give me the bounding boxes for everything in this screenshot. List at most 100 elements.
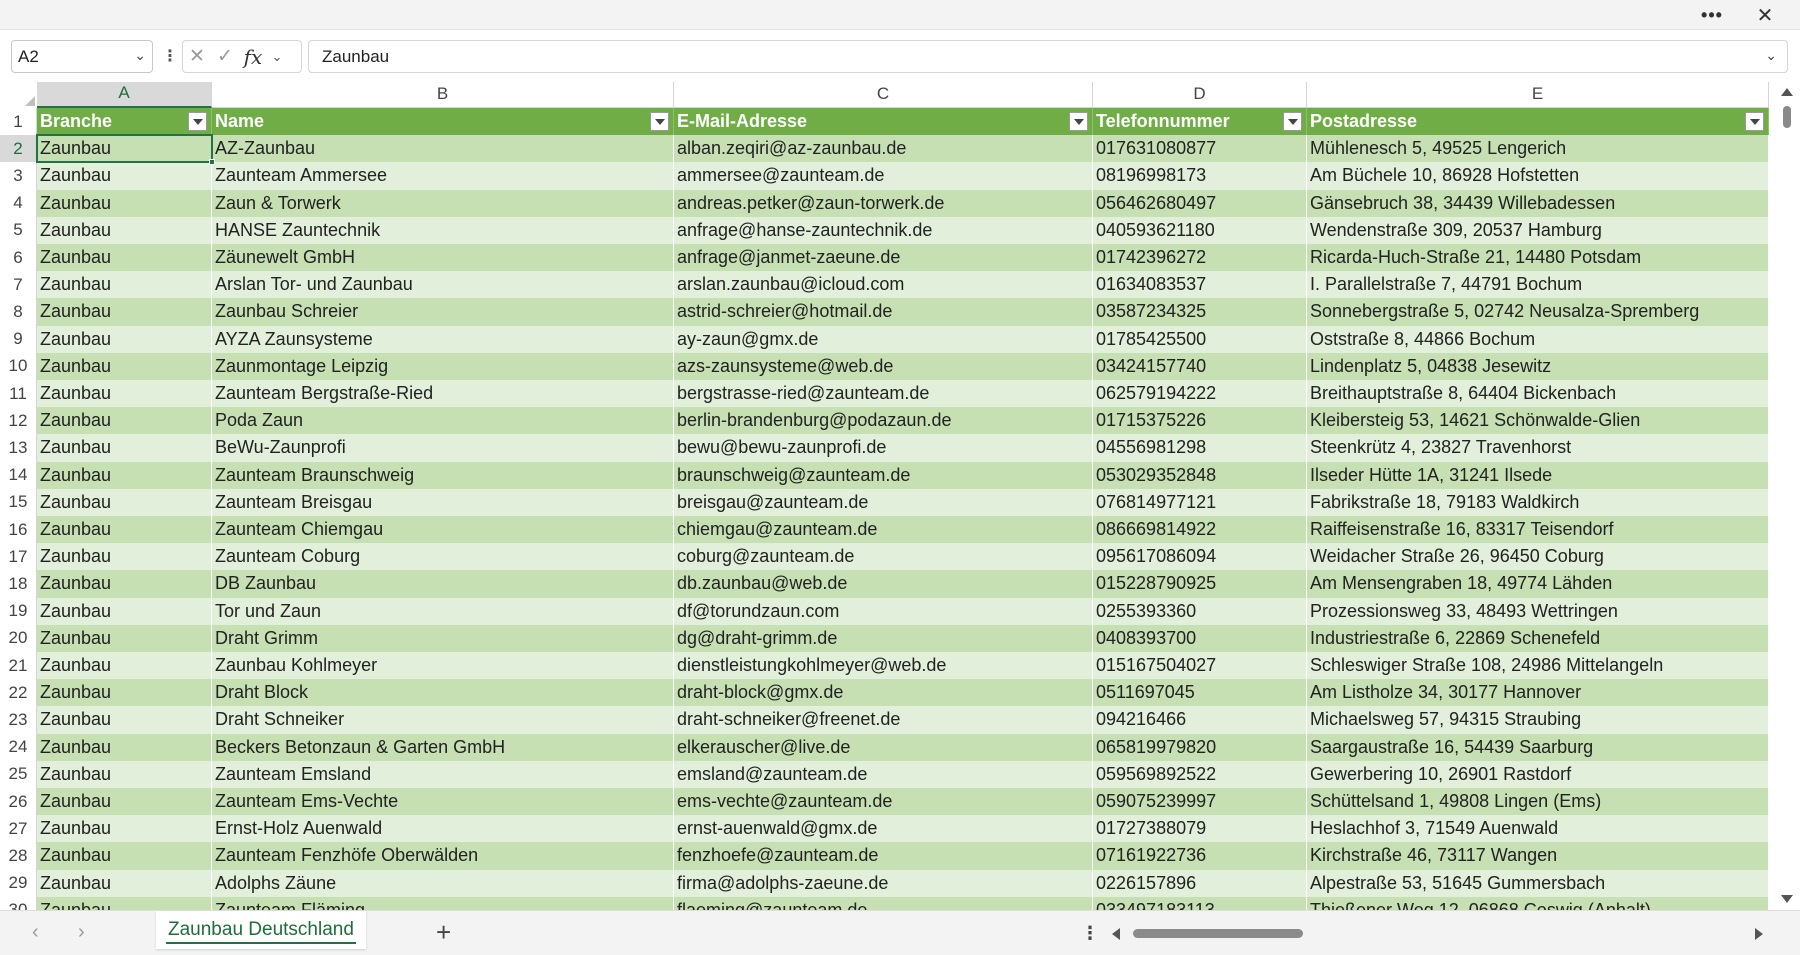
row-header[interactable]: 23 xyxy=(0,706,37,734)
vertical-dots-icon[interactable]: ⋮ xyxy=(162,46,178,66)
row-header[interactable]: 13 xyxy=(0,434,37,462)
scroll-down-icon[interactable] xyxy=(1781,895,1793,903)
more-dots-icon[interactable]: ••• xyxy=(1689,0,1735,30)
cell[interactable]: 065819979820 xyxy=(1093,733,1307,761)
cell[interactable]: Zaunbau xyxy=(37,189,212,217)
row-header[interactable]: 5 xyxy=(0,216,37,244)
row-header[interactable]: 21 xyxy=(0,652,37,680)
row-header[interactable]: 17 xyxy=(0,543,37,571)
header-cell[interactable]: Name xyxy=(212,108,674,136)
row-header[interactable]: 14 xyxy=(0,461,37,489)
prev-sheet-icon[interactable]: ‹ xyxy=(32,921,39,944)
cell[interactable]: Industriestraße 6, 22869 Schenefeld xyxy=(1307,624,1769,652)
cell[interactable]: Ricarda-Huch-Straße 21, 14480 Potsdam xyxy=(1307,244,1769,272)
filter-dropdown-icon[interactable] xyxy=(1745,112,1764,131)
cell[interactable]: 056462680497 xyxy=(1093,189,1307,217)
cell[interactable]: 086669814922 xyxy=(1093,516,1307,544)
cell[interactable]: draht-schneiker@freenet.de xyxy=(674,706,1093,734)
cell[interactable]: Zaunbau xyxy=(37,679,212,707)
cell[interactable]: 059075239997 xyxy=(1093,788,1307,816)
cell[interactable]: Draht Block xyxy=(212,679,674,707)
cell[interactable]: bergstrasse-ried@zaunteam.de xyxy=(674,380,1093,408)
row-header[interactable]: 9 xyxy=(0,325,37,353)
cell[interactable]: HANSE Zauntechnik xyxy=(212,216,674,244)
vertical-scrollbar[interactable] xyxy=(1775,82,1800,910)
cell[interactable]: braunschweig@zaunteam.de xyxy=(674,461,1093,489)
cell[interactable]: BeWu-Zaunprofi xyxy=(212,434,674,462)
cell[interactable]: Zaunbau xyxy=(37,570,212,598)
cell[interactable]: Zaunbau xyxy=(37,733,212,761)
cell[interactable]: 0226157896 xyxy=(1093,869,1307,897)
cell[interactable]: Zaunbau xyxy=(37,543,212,571)
cell[interactable]: 01715375226 xyxy=(1093,407,1307,435)
cell[interactable]: Zaunteam Braunschweig xyxy=(212,461,674,489)
cell[interactable]: 033497183113 xyxy=(1093,896,1307,910)
filter-dropdown-icon[interactable] xyxy=(1283,112,1302,131)
header-cell[interactable]: E-Mail-Adresse xyxy=(674,108,1093,136)
cell[interactable]: chiemgau@zaunteam.de xyxy=(674,516,1093,544)
row-header[interactable]: 12 xyxy=(0,407,37,435)
cell[interactable]: Zaunbau xyxy=(37,652,212,680)
cell[interactable]: Am Listholze 34, 30177 Hannover xyxy=(1307,679,1769,707)
cell[interactable]: coburg@zaunteam.de xyxy=(674,543,1093,571)
column-header-c[interactable]: C xyxy=(674,82,1093,108)
expand-formula-icon[interactable]: ⌄ xyxy=(1765,47,1777,64)
cell[interactable]: Tor und Zaun xyxy=(212,597,674,625)
sheet-tab-zaunbau-deutschland[interactable]: Zaunbau Deutschland xyxy=(156,911,366,949)
cell[interactable]: 015167504027 xyxy=(1093,652,1307,680)
cell[interactable]: Zaunteam Ems-Vechte xyxy=(212,788,674,816)
cell[interactable]: DB Zaunbau xyxy=(212,570,674,598)
cell[interactable]: Zaunteam Bergstraße-Ried xyxy=(212,380,674,408)
cell[interactable]: Zaun & Torwerk xyxy=(212,189,674,217)
cell[interactable]: Fabrikstraße 18, 79183 Waldkirch xyxy=(1307,488,1769,516)
next-sheet-icon[interactable]: › xyxy=(78,921,85,944)
row-header[interactable]: 27 xyxy=(0,815,37,843)
cell[interactable]: Zaunbau xyxy=(37,325,212,353)
row-header[interactable]: 26 xyxy=(0,788,37,816)
cell[interactable]: 017631080877 xyxy=(1093,135,1307,163)
cell[interactable]: draht-block@gmx.de xyxy=(674,679,1093,707)
row-header[interactable]: 30 xyxy=(0,896,37,910)
cell[interactable]: Zaunbau xyxy=(37,516,212,544)
cell[interactable]: 053029352848 xyxy=(1093,461,1307,489)
cell[interactable]: 0255393360 xyxy=(1093,597,1307,625)
cell[interactable]: Zaunbau xyxy=(37,407,212,435)
cell[interactable]: 03587234325 xyxy=(1093,298,1307,326)
cell[interactable]: Schleswiger Straße 108, 24986 Mittelange… xyxy=(1307,652,1769,680)
column-header-e[interactable]: E xyxy=(1307,82,1769,108)
header-cell[interactable]: Branche xyxy=(37,108,212,136)
cell[interactable]: 0511697045 xyxy=(1093,679,1307,707)
cell[interactable]: Draht Grimm xyxy=(212,624,674,652)
cell[interactable]: Gewerbering 10, 26901 Rastdorf xyxy=(1307,760,1769,788)
cell[interactable]: Zaunbau xyxy=(37,788,212,816)
cell[interactable]: Zaunteam Chiemgau xyxy=(212,516,674,544)
cell[interactable]: Kleibersteig 53, 14621 Schönwalde-Glien xyxy=(1307,407,1769,435)
cell[interactable]: dienstleistungkohlmeyer@web.de xyxy=(674,652,1093,680)
close-icon[interactable]: ✕ xyxy=(1742,0,1788,30)
vertical-dots-icon[interactable]: ⋮ xyxy=(1081,923,1099,944)
cell[interactable]: Zaunbau xyxy=(37,380,212,408)
cell[interactable]: Zäunewelt GmbH xyxy=(212,244,674,272)
cell[interactable]: azs-zaunsysteme@web.de xyxy=(674,352,1093,380)
cell[interactable]: Ernst-Holz Auenwald xyxy=(212,815,674,843)
row-header[interactable]: 25 xyxy=(0,760,37,788)
cell[interactable]: Heslachhof 3, 71549 Auenwald xyxy=(1307,815,1769,843)
cell[interactable]: flaeming@zaunteam.de xyxy=(674,896,1093,910)
cell[interactable]: Gänsebruch 38, 34439 Willebadessen xyxy=(1307,189,1769,217)
cell[interactable]: Lindenplatz 5, 04838 Jesewitz xyxy=(1307,352,1769,380)
cell[interactable]: Saargaustraße 16, 54439 Saarburg xyxy=(1307,733,1769,761)
cell[interactable]: Zaunteam Breisgau xyxy=(212,488,674,516)
cell[interactable]: Mühlenesch 5, 49525 Lengerich xyxy=(1307,135,1769,163)
row-header[interactable]: 6 xyxy=(0,244,37,272)
cell[interactable]: breisgau@zaunteam.de xyxy=(674,488,1093,516)
column-header-a[interactable]: A xyxy=(37,82,212,108)
cell[interactable]: Prozessionsweg 33, 48493 Wettringen xyxy=(1307,597,1769,625)
cell[interactable]: Zaunbau Kohlmeyer xyxy=(212,652,674,680)
cell[interactable]: Sonnebergstraße 5, 02742 Neusalza-Spremb… xyxy=(1307,298,1769,326)
cell[interactable]: I. Parallelstraße 7, 44791 Bochum xyxy=(1307,271,1769,299)
cell[interactable]: Zaunteam Emsland xyxy=(212,760,674,788)
cell[interactable]: 015228790925 xyxy=(1093,570,1307,598)
row-header[interactable]: 2 xyxy=(0,135,37,163)
cell[interactable]: 062579194222 xyxy=(1093,380,1307,408)
cell[interactable]: Zaunbau xyxy=(37,352,212,380)
